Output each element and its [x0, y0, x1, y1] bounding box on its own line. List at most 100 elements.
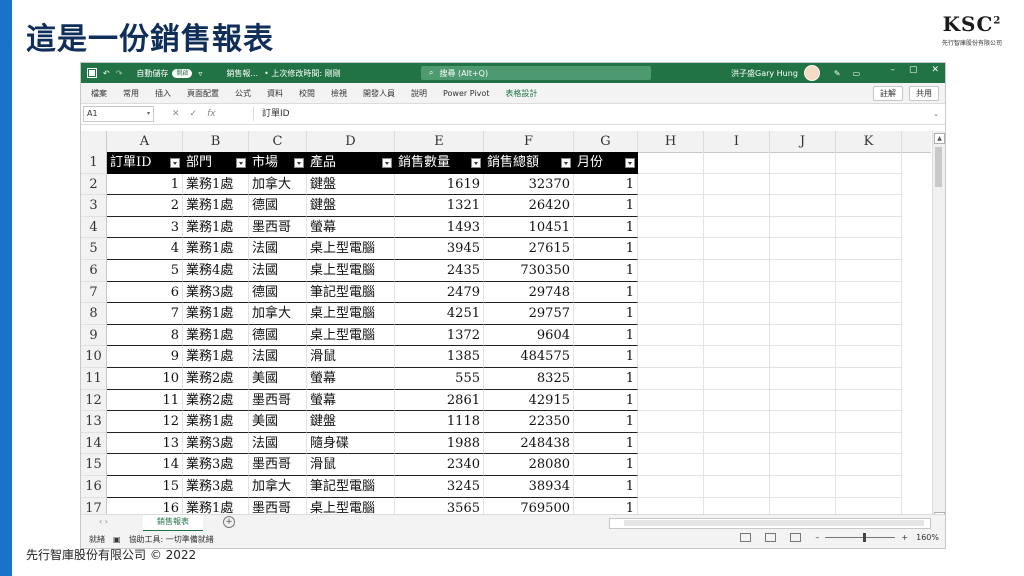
- close-icon[interactable]: ✕: [931, 65, 939, 75]
- row-header[interactable]: 2: [81, 173, 107, 196]
- table-cell[interactable]: 28080: [484, 454, 574, 476]
- empty-cell[interactable]: [638, 152, 704, 174]
- empty-cell[interactable]: [770, 389, 836, 412]
- vertical-scroll-thumb[interactable]: [935, 147, 942, 187]
- table-cell[interactable]: 26420: [484, 195, 574, 217]
- empty-cell[interactable]: [638, 281, 704, 304]
- table-cell[interactable]: 1: [574, 173, 638, 196]
- table-cell[interactable]: 1118: [395, 411, 484, 433]
- ribbon-tab[interactable]: 公式: [235, 88, 251, 99]
- empty-cell[interactable]: [770, 260, 836, 282]
- column-header[interactable]: J: [770, 131, 836, 152]
- empty-cell[interactable]: [704, 260, 770, 282]
- table-header-cell[interactable]: 市場: [249, 152, 307, 174]
- table-cell[interactable]: 業務1處: [183, 346, 249, 368]
- empty-cell[interactable]: [770, 173, 836, 196]
- empty-cell[interactable]: [836, 195, 902, 217]
- table-cell[interactable]: 5: [107, 260, 183, 282]
- undo-icon[interactable]: ↶: [103, 69, 110, 78]
- row-header[interactable]: 13: [81, 411, 107, 433]
- empty-cell[interactable]: [704, 476, 770, 498]
- empty-cell[interactable]: [704, 195, 770, 217]
- quick-access-dropdown-icon[interactable]: ▿: [198, 69, 202, 78]
- table-cell[interactable]: 730350: [484, 260, 574, 282]
- table-cell[interactable]: 27615: [484, 238, 574, 260]
- filter-dropdown-icon[interactable]: [382, 158, 392, 168]
- table-cell[interactable]: 10451: [484, 216, 574, 239]
- empty-cell[interactable]: [836, 260, 902, 282]
- normal-view-icon[interactable]: [740, 533, 752, 542]
- empty-cell[interactable]: [770, 346, 836, 368]
- table-cell[interactable]: 1: [574, 432, 638, 455]
- table-cell[interactable]: 32370: [484, 173, 574, 196]
- horizontal-scrollbar[interactable]: [609, 518, 931, 529]
- empty-cell[interactable]: [836, 216, 902, 239]
- row-header[interactable]: 5: [81, 238, 107, 260]
- table-cell[interactable]: 業務3處: [183, 454, 249, 476]
- empty-cell[interactable]: [770, 216, 836, 239]
- table-cell[interactable]: 業務4處: [183, 260, 249, 282]
- empty-cell[interactable]: [836, 281, 902, 304]
- table-cell[interactable]: 筆記型電腦: [307, 281, 395, 304]
- table-cell[interactable]: 加拿大: [249, 476, 307, 498]
- zoom-out-icon[interactable]: –: [815, 533, 819, 542]
- empty-cell[interactable]: [704, 454, 770, 476]
- row-header[interactable]: 8: [81, 303, 107, 325]
- table-cell[interactable]: 1: [574, 303, 638, 325]
- empty-cell[interactable]: [770, 195, 836, 217]
- empty-cell[interactable]: [638, 389, 704, 412]
- search-box[interactable]: ⌕ 搜尋 (Alt+Q): [421, 66, 651, 80]
- table-cell[interactable]: 1: [574, 324, 638, 347]
- table-cell[interactable]: 鍵盤: [307, 195, 395, 217]
- table-header-cell[interactable]: 銷售數量: [395, 152, 484, 174]
- empty-cell[interactable]: [638, 195, 704, 217]
- row-header[interactable]: 14: [81, 432, 107, 455]
- row-header[interactable]: 9: [81, 324, 107, 347]
- column-header[interactable]: D: [307, 131, 395, 152]
- share-button[interactable]: 共用: [909, 86, 939, 101]
- table-cell[interactable]: 墨西哥: [249, 389, 307, 412]
- empty-cell[interactable]: [770, 281, 836, 304]
- table-cell[interactable]: 加拿大: [249, 303, 307, 325]
- column-header[interactable]: H: [638, 131, 704, 152]
- table-header-cell[interactable]: 部門: [183, 152, 249, 174]
- row-header[interactable]: 16: [81, 476, 107, 498]
- empty-cell[interactable]: [638, 346, 704, 368]
- ribbon-tab[interactable]: 說明: [411, 88, 427, 99]
- table-cell[interactable]: 加拿大: [249, 173, 307, 196]
- confirm-icon[interactable]: ✓: [190, 109, 198, 119]
- filter-dropdown-icon[interactable]: [561, 158, 571, 168]
- table-cell[interactable]: 法國: [249, 346, 307, 368]
- page-break-view-icon[interactable]: [790, 533, 802, 542]
- row-header[interactable]: 12: [81, 389, 107, 412]
- table-cell[interactable]: 8: [107, 324, 183, 347]
- empty-cell[interactable]: [638, 238, 704, 260]
- table-cell[interactable]: 2: [107, 195, 183, 217]
- table-cell[interactable]: 2861: [395, 389, 484, 412]
- table-cell[interactable]: 業務1處: [183, 303, 249, 325]
- empty-cell[interactable]: [770, 152, 836, 174]
- table-cell[interactable]: 業務3處: [183, 476, 249, 498]
- column-header[interactable]: E: [395, 131, 484, 152]
- empty-cell[interactable]: [704, 152, 770, 174]
- filter-dropdown-icon[interactable]: [625, 158, 635, 168]
- table-cell[interactable]: 業務2處: [183, 389, 249, 412]
- table-cell[interactable]: 1385: [395, 346, 484, 368]
- add-sheet-icon[interactable]: +: [223, 516, 235, 528]
- table-cell[interactable]: 38934: [484, 476, 574, 498]
- table-cell[interactable]: 德國: [249, 281, 307, 304]
- table-cell[interactable]: 墨西哥: [249, 454, 307, 476]
- ribbon-tab[interactable]: 檢視: [331, 88, 347, 99]
- table-cell[interactable]: 滑鼠: [307, 454, 395, 476]
- ribbon-tab[interactable]: 頁面配置: [187, 88, 219, 99]
- redo-icon[interactable]: ↷: [116, 69, 123, 78]
- select-all-corner[interactable]: [81, 131, 107, 152]
- avatar[interactable]: [803, 65, 820, 81]
- empty-cell[interactable]: [704, 216, 770, 239]
- ribbon-tab[interactable]: 檔案: [91, 88, 107, 99]
- empty-cell[interactable]: [704, 303, 770, 325]
- table-cell[interactable]: 3: [107, 216, 183, 239]
- table-cell[interactable]: 業務1處: [183, 411, 249, 433]
- empty-cell[interactable]: [836, 389, 902, 412]
- empty-cell[interactable]: [704, 346, 770, 368]
